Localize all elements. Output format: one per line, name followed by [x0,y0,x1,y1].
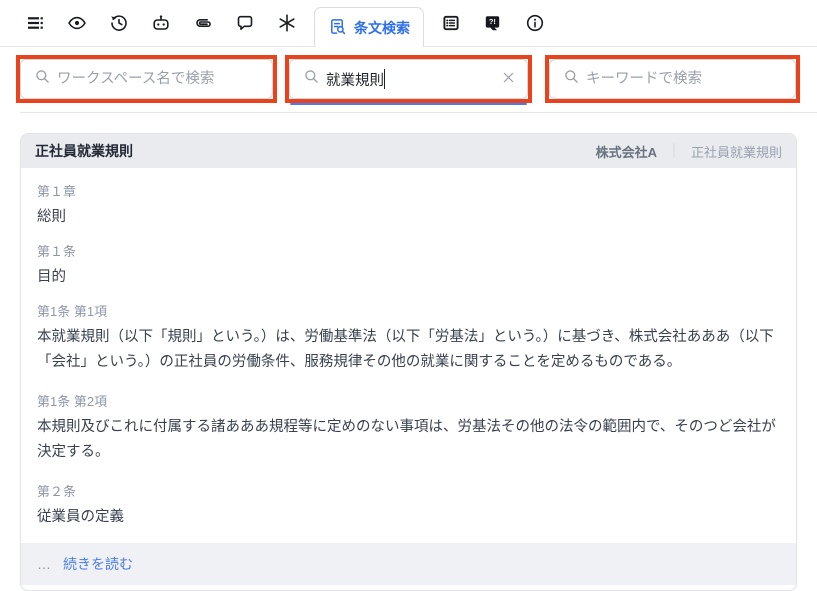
list-button[interactable] [430,0,472,46]
read-more-link[interactable]: 続きを読む [63,554,133,574]
section-article-1-para-2: 第1条 第2項 本規則及びこれに付属する諸あああ規程等に定めのない事項は、労基法… [37,391,780,466]
info-icon [525,13,545,33]
tab-label: 条文検索 [354,18,410,38]
section-article-2: 第２条 従業員の定義 [37,481,780,526]
asterisk-icon [277,13,297,33]
clear-search-button[interactable] [499,68,518,90]
section-label: 第1条 第2項 [37,391,780,410]
list-icon [441,13,461,33]
section-chapter-1: 第１章 総則 [37,181,780,226]
faq-bubble-icon: ?! [483,13,503,33]
workspace-search-highlight [16,55,277,103]
attachment-button[interactable] [182,0,224,46]
bot-button[interactable] [140,0,182,46]
workspace-search-input[interactable] [20,59,273,99]
robot-icon [151,13,171,33]
faq-button[interactable]: ?! [472,0,514,46]
svg-text:?!: ?! [489,17,496,26]
eye-icon [67,13,87,33]
history-button[interactable] [98,0,140,46]
history-icon [109,13,129,33]
section-text: 本就業規則（以下「規則」という。）は、労働基準法（以下「労基法」という。）に基づ… [37,325,780,376]
close-icon [501,70,516,88]
company-name: 株式会社A [596,142,657,161]
section-label: 第１章 [37,181,780,200]
tab-article-search[interactable]: 条文検索 [314,7,424,47]
comment-icon [235,13,255,33]
section-divider [20,112,817,113]
section-text: 本規則及びこれに付属する諸あああ規程等に定めのない事項は、労基法その他の法令の範… [37,415,780,466]
section-label: 第２条 [37,481,780,500]
comment-button[interactable] [224,0,266,46]
section-label: 第１条 [37,241,780,260]
section-title: 総則 [37,205,780,226]
document-name: 正社員就業規則 [691,142,782,161]
section-title: 目的 [37,265,780,286]
section-title: 従業員の定義 [37,505,780,526]
card-footer: … 続きを読む [21,543,796,585]
paperclip-icon [193,13,213,33]
card-title: 正社員就業規則 [35,141,133,161]
keyword-search-input[interactable] [549,59,796,99]
section-label: 第1条 第1項 [37,301,780,320]
regulation-search-input[interactable] [289,59,528,99]
regulation-card: 正社員就業規則 株式会社A ｜ 正社員就業規則 第１章 総則 第１条 目的 第1… [20,133,797,591]
menu-icon [25,13,45,33]
section-article-1: 第１条 目的 [37,241,780,286]
top-toolbar: 条文検索 ?! [0,0,817,47]
info-button[interactable] [514,0,556,46]
section-article-1-para-1: 第1条 第1項 本就業規則（以下「規則」という。）は、労働基準法（以下「労基法」… [37,301,780,376]
regulation-search-highlight [285,55,532,103]
menu-button[interactable] [14,0,56,46]
preview-button[interactable] [56,0,98,46]
meta-separator: ｜ [667,141,681,161]
asterisk-button[interactable] [266,0,308,46]
card-header: 正社員就業規則 株式会社A ｜ 正社員就業規則 [21,134,796,168]
card-meta: 株式会社A ｜ 正社員就業規則 [596,141,782,161]
document-search-icon [328,17,347,39]
ellipsis-text: … [37,556,53,572]
search-row [0,47,817,103]
keyword-search-highlight [545,55,800,103]
card-body: 第１章 総則 第１条 目的 第1条 第1項 本就業規則（以下「規則」という。）は… [21,168,796,526]
